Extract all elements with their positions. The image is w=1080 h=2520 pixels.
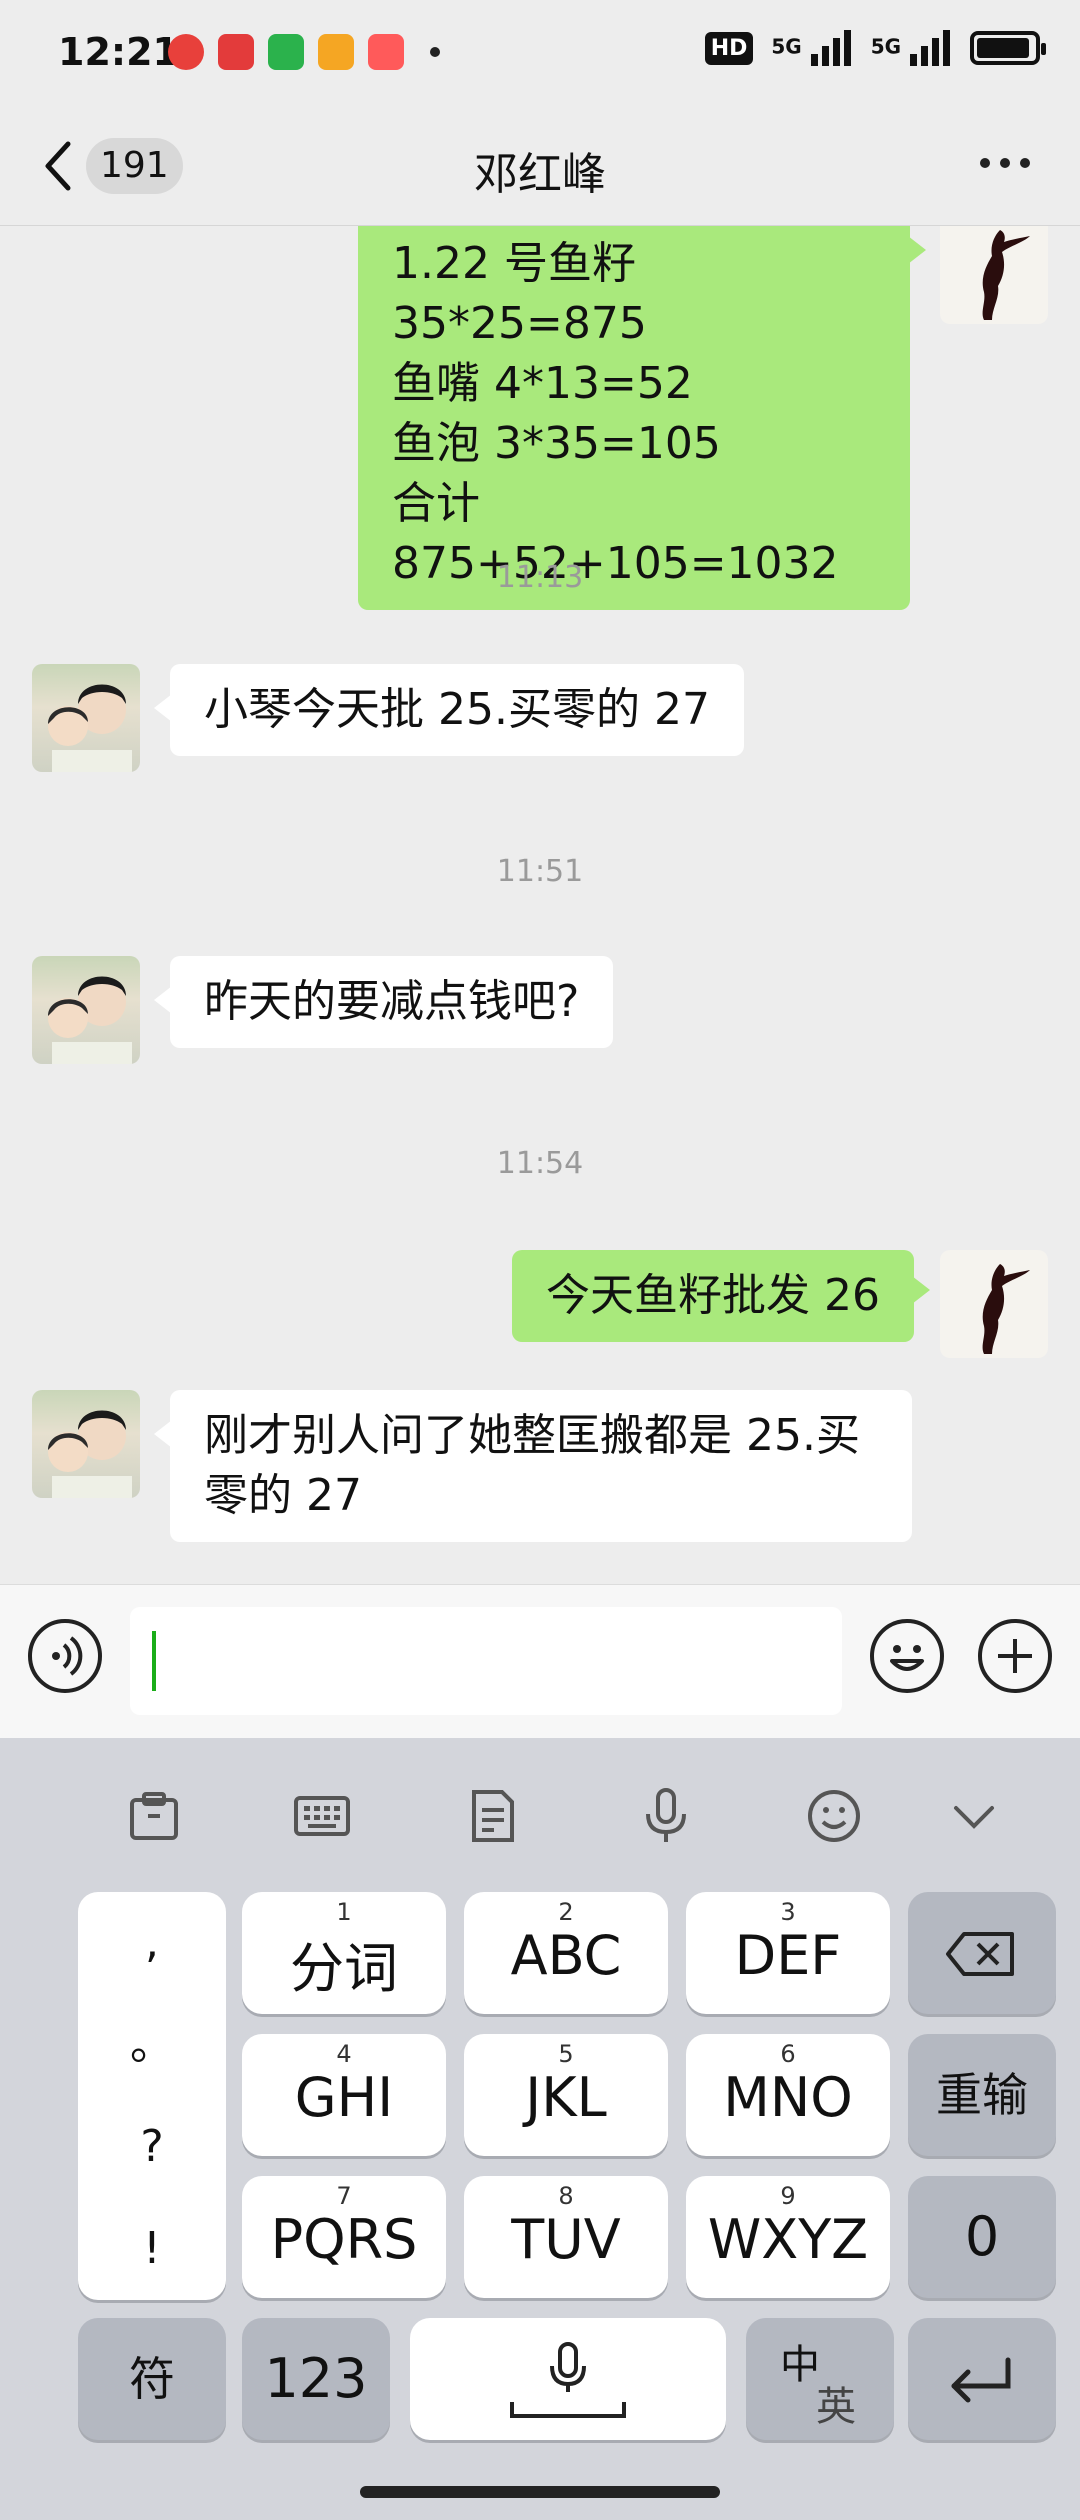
contact-avatar[interactable] [32,664,140,772]
chevron-down-icon[interactable] [944,1786,1004,1846]
key-2-abc[interactable]: 2 ABC [464,1892,668,2014]
zero-key[interactable]: 0 [908,2176,1056,2298]
chat-header: 191 邓红峰 [0,108,1080,226]
timestamp: 11:54 [496,1146,584,1181]
clipboard-icon[interactable] [124,1786,184,1846]
emoji-icon[interactable] [870,1619,944,1693]
key-9-wxyz[interactable]: 9 WXYZ [686,2176,890,2298]
sent-message[interactable]: 1.22 号鱼籽 35*25=875 鱼嘴 4*13=52 鱼泡 3*35=10… [358,226,926,610]
emoji-icon[interactable] [804,1786,864,1846]
space-microphone-icon [510,2342,626,2418]
received-message[interactable]: 刚才别人问了她整匡搬都是 25.买 零的 27 [154,1390,912,1542]
status-app-icons [168,34,440,70]
language-switch-key[interactable]: 中 英 [746,2318,894,2440]
status-bar: 12:21 HD 5G 5G [0,0,1080,108]
backspace-key[interactable] [908,1892,1056,2014]
battery-icon [970,31,1046,65]
enter-key[interactable] [908,2318,1056,2440]
more-notifications-dot [430,47,440,57]
home-indicator[interactable] [360,2486,720,2498]
document-icon[interactable] [462,1786,522,1846]
ellipsis-icon[interactable] [980,158,1030,168]
key-1-fenci[interactable]: 1 分词 [242,1892,446,2014]
contact-avatar[interactable] [32,956,140,1064]
received-message[interactable]: 昨天的要减点钱吧? [153,956,614,1048]
received-message[interactable]: 小琴今天批 25.买零的 27 [154,664,744,756]
key-7-pqrs[interactable]: 7 PQRS [242,2176,446,2298]
space-key[interactable] [410,2318,726,2440]
keyboard-toolbar [0,1738,1080,1888]
chat-messages[interactable]: 1.22 号鱼籽 35*25=875 鱼嘴 4*13=52 鱼泡 3*35=10… [0,226,1080,1584]
reenter-key[interactable]: 重输 [908,2034,1056,2156]
sent-message[interactable]: 今天鱼籽批发 26 [512,1250,930,1342]
input-bar [0,1584,1080,1738]
punct-period-key[interactable]: 。 [78,1994,226,2096]
plus-icon[interactable] [978,1619,1052,1693]
punct-exclaim-key[interactable]: ! [78,2198,226,2300]
key-8-tuv[interactable]: 8 TUV [464,2176,668,2298]
status-time: 12:21 [58,30,179,74]
signal-bars-icon [910,30,950,66]
game-app-icon [318,34,354,70]
hd-badge: HD [704,31,754,65]
keyboard-icon[interactable] [292,1786,352,1846]
text-caret [152,1631,156,1691]
message-input[interactable] [130,1607,842,1715]
status-indicators: HD 5G 5G [704,30,1046,66]
contact-avatar[interactable] [32,1390,140,1498]
signal-5g-1: 5G [771,30,852,66]
enter-icon [951,2357,1011,2403]
voice-icon[interactable] [28,1619,102,1693]
signal-bars-icon [810,30,851,66]
microphone-icon[interactable] [636,1786,696,1846]
punct-comma-key[interactable]: , [78,1892,226,1994]
key-5-jkl[interactable]: 5 JKL [464,2034,668,2156]
chat-title: 邓红峰 [474,149,606,200]
number-mode-key[interactable]: 123 [242,2318,390,2440]
timestamp: 11:13 [496,560,584,595]
my-avatar[interactable] [940,1250,1048,1358]
signal-5g-2: 5G [871,30,952,66]
punctuation-column: , 。 ? ! [78,1892,226,2300]
my-avatar[interactable] [940,226,1048,324]
message-app-icon [268,34,304,70]
key-3-def[interactable]: 3 DEF [686,1892,890,2014]
backspace-icon [946,1932,1014,1976]
key-6-mno[interactable]: 6 MNO [686,2034,890,2156]
punct-question-key[interactable]: ? [78,2096,226,2198]
timestamp: 11:51 [496,854,584,889]
bank-app-icon [168,34,204,70]
symbol-key[interactable]: 符 [78,2318,226,2440]
news-app-icon [218,34,254,70]
key-4-ghi[interactable]: 4 GHI [242,2034,446,2156]
shop-app-icon [368,34,404,70]
